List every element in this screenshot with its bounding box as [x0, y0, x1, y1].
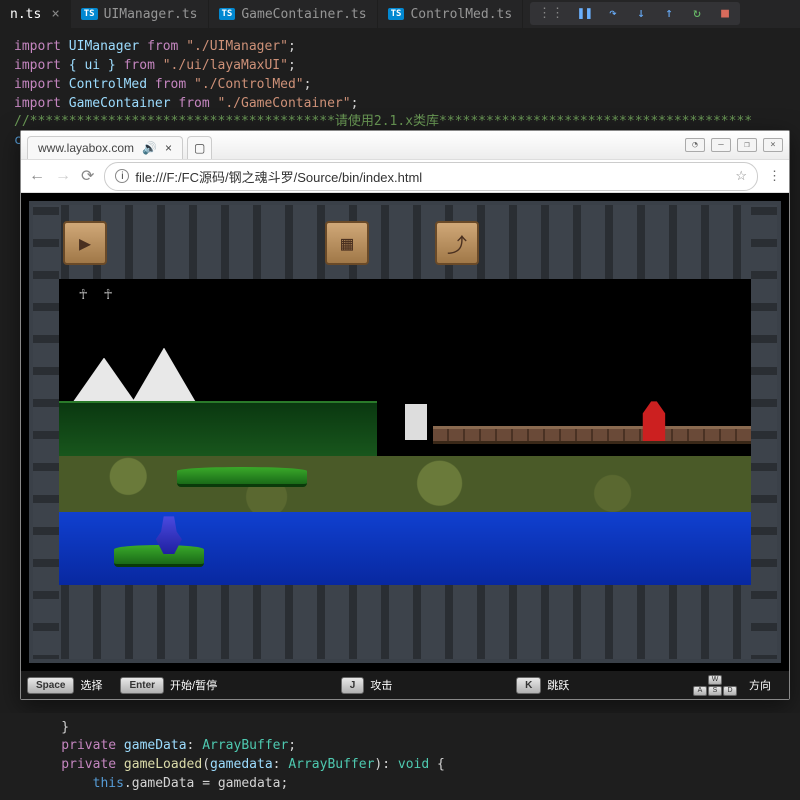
- tab-title: www.layabox.com: [38, 141, 134, 155]
- tab-controlmed[interactable]: TS ControlMed.ts: [378, 0, 524, 28]
- tab-uimanager[interactable]: TS UIManager.ts: [71, 0, 209, 28]
- tab-label: n.ts: [10, 7, 41, 22]
- hint-direction: 方向: [749, 677, 771, 693]
- key-k: K: [516, 677, 541, 694]
- key-space: Space: [27, 677, 74, 694]
- border-decoration: [33, 585, 777, 659]
- ts-icon: TS: [219, 8, 236, 20]
- rank-button[interactable]: ▦: [325, 221, 369, 265]
- new-tab-button[interactable]: ▢: [187, 136, 212, 159]
- step-over-button[interactable]: ↷: [606, 7, 620, 21]
- drag-handle-icon[interactable]: ⋮⋮: [538, 6, 564, 21]
- reload-button[interactable]: ⟳: [81, 166, 94, 186]
- close-window-button[interactable]: ×: [763, 138, 783, 152]
- ts-icon: TS: [81, 8, 98, 20]
- share-button[interactable]: ⤴: [435, 221, 479, 265]
- step-out-button[interactable]: ↑: [662, 7, 676, 21]
- border-decoration: [751, 205, 777, 659]
- tab-label: GameContainer.ts: [241, 7, 366, 22]
- pause-button[interactable]: ❚❚: [578, 7, 592, 21]
- tab-gamecontainer[interactable]: TS GameContainer.ts: [209, 0, 378, 28]
- hero-sprite: [405, 404, 427, 440]
- key-enter: Enter: [120, 677, 164, 694]
- hint-attack: 攻击: [370, 677, 392, 693]
- debug-toolbar: ⋮⋮ ❚❚ ↷ ↓ ↑ ↻ ■: [530, 2, 740, 25]
- hint-jump: 跳跃: [547, 677, 569, 693]
- hint-select: 选择: [80, 677, 102, 693]
- restart-button[interactable]: ↻: [690, 7, 704, 21]
- browser-address-bar: ← → ⟳ i file:///F:/FC源码/钢之魂斗罗/Source/bin…: [21, 159, 789, 193]
- close-tab-icon[interactable]: ×: [165, 141, 172, 155]
- step-into-button[interactable]: ↓: [634, 7, 648, 21]
- browser-window: www.layabox.com 🔊 × ▢ ◔ — ❐ × ← → ⟳ i fi…: [20, 130, 790, 700]
- browser-titlebar: www.layabox.com 🔊 × ▢ ◔ — ❐ ×: [21, 131, 789, 159]
- game-viewport: ▶ ▦ ⤴ ☥ ☥ Space 选择 Enter: [21, 193, 789, 699]
- maximize-button[interactable]: ❐: [737, 138, 757, 152]
- key-hints: Space 选择 Enter 开始/暂停 J 攻击 K 跳跃 W A S D 方…: [21, 671, 789, 699]
- wasd-keys: W A S D: [693, 675, 737, 696]
- ts-icon: TS: [388, 8, 405, 20]
- lives-hud: ☥ ☥: [79, 287, 116, 303]
- border-decoration: [33, 205, 59, 659]
- tab-label: UIManager.ts: [104, 7, 198, 22]
- platform: [114, 545, 204, 567]
- jungle: [59, 401, 377, 462]
- hint-start: 开始/暂停: [170, 677, 217, 693]
- close-icon[interactable]: ×: [51, 6, 59, 22]
- video-button[interactable]: ▶: [63, 221, 107, 265]
- sound-icon[interactable]: 🔊: [142, 141, 157, 155]
- code-editor-bottom[interactable]: } private gameData: ArrayBuffer; private…: [0, 713, 800, 800]
- site-info-icon[interactable]: i: [115, 169, 129, 183]
- url-input[interactable]: i file:///F:/FC源码/钢之魂斗罗/Source/bin/index…: [104, 162, 758, 191]
- forward-button[interactable]: →: [55, 167, 71, 185]
- tab-current[interactable]: n.ts ×: [0, 0, 71, 28]
- back-button[interactable]: ←: [29, 167, 45, 185]
- platform: [177, 467, 307, 487]
- browser-tab[interactable]: www.layabox.com 🔊 ×: [27, 136, 183, 159]
- tab-label: ControlMed.ts: [410, 7, 512, 22]
- url-text: file:///F:/FC源码/钢之魂斗罗/Source/bin/index.h…: [135, 167, 422, 186]
- game-frame: ▶ ▦ ⤴ ☥ ☥: [29, 201, 781, 663]
- browser-menu-icon[interactable]: ⋮: [768, 168, 781, 184]
- bookmark-icon[interactable]: ☆: [735, 168, 747, 184]
- bridge: [433, 426, 751, 444]
- stop-button[interactable]: ■: [718, 7, 732, 21]
- border-decoration: [33, 205, 777, 279]
- game-scene[interactable]: ☥ ☥: [59, 279, 751, 585]
- key-j: J: [341, 677, 365, 694]
- minimize-button[interactable]: —: [711, 138, 731, 152]
- user-icon[interactable]: ◔: [685, 138, 705, 152]
